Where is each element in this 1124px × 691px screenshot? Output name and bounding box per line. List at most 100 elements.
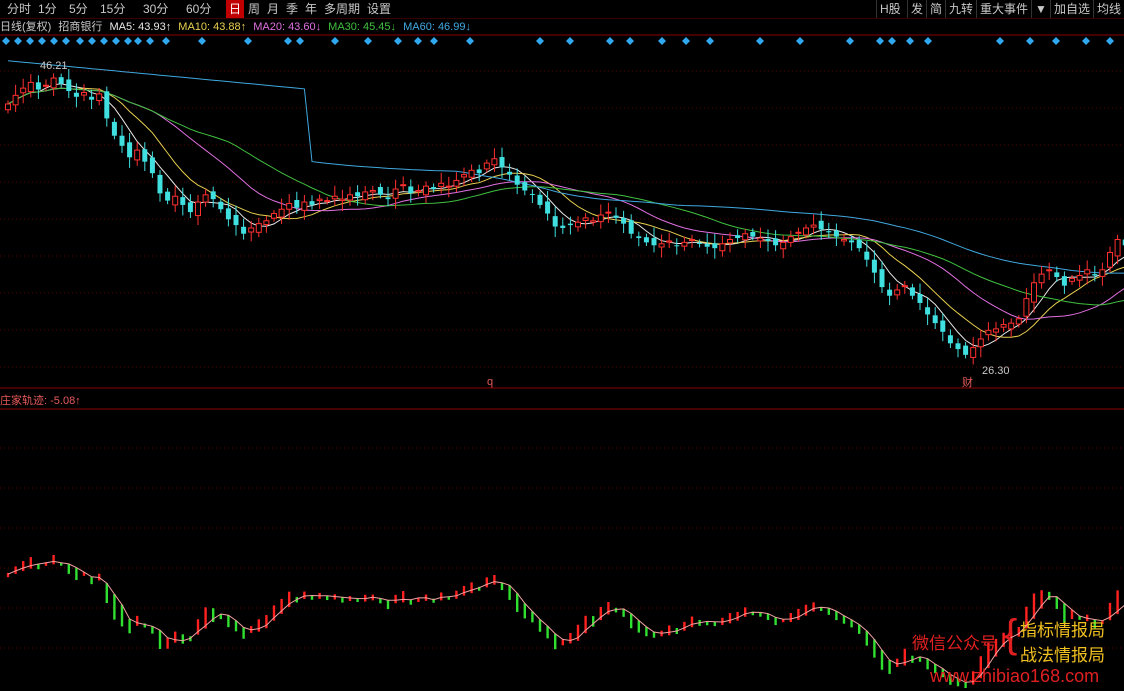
indicator-bar-6	[52, 555, 55, 565]
right-tool-button-7[interactable]: 均线	[1093, 0, 1124, 18]
candle-body-38	[294, 200, 300, 208]
period-button-1[interactable]: 1分	[35, 0, 60, 18]
candle-body-75	[575, 221, 581, 228]
candle-body-80	[613, 215, 619, 218]
candle-body-40	[309, 201, 315, 205]
right-tool-button-1[interactable]: 发	[907, 0, 926, 18]
indicator-bar-106	[812, 602, 815, 612]
period-button-4[interactable]: 30分	[140, 0, 171, 18]
period-label: 日线(复权)	[0, 21, 52, 33]
indicator-bar-64	[493, 574, 496, 585]
candle-body-111	[849, 240, 855, 243]
candle-body-20	[157, 174, 163, 194]
period-button-12[interactable]: 设置	[364, 0, 394, 18]
candle-body-45	[347, 194, 353, 201]
q-marker: q	[487, 376, 493, 388]
candle-body-125	[955, 343, 961, 350]
candle-body-50	[385, 197, 391, 200]
candle-body-33	[255, 223, 262, 233]
candle-body-63	[483, 162, 490, 170]
indicator-bar-2	[22, 561, 25, 572]
right-tool-button-0[interactable]: H股	[876, 0, 904, 18]
candle-body-145	[1107, 251, 1113, 268]
candle-body-34	[263, 220, 270, 226]
candle-body-35	[271, 213, 277, 219]
indicator-bar-16	[128, 618, 131, 634]
candle-body-81	[621, 217, 627, 224]
indicator-bar-20	[158, 630, 162, 649]
candle-body-12	[96, 93, 103, 102]
candle-body-51	[392, 188, 399, 199]
right-tool-button-5[interactable]: ▼	[1031, 0, 1050, 18]
stock-name: 招商银行	[58, 21, 103, 33]
candle-body-49	[377, 187, 383, 195]
signal-diamond-3	[38, 37, 46, 45]
signal-diamond-11	[134, 37, 142, 45]
candle-body-56	[431, 187, 437, 190]
candle-body-1	[12, 94, 19, 106]
signal-diamond-22	[430, 37, 438, 45]
signal-diamond-20	[394, 37, 402, 45]
signal-diamond-30	[706, 37, 714, 45]
candle-body-60	[461, 174, 467, 178]
candle-body-96	[735, 235, 741, 239]
candle-body-113	[864, 251, 870, 260]
candle-body-103	[787, 236, 794, 243]
candle-body-137	[1046, 269, 1053, 272]
candle-body-32	[248, 227, 255, 233]
period-button-6[interactable]: 日	[226, 0, 245, 18]
right-tool-button-4[interactable]: 重大事件	[976, 0, 1031, 18]
period-button-0[interactable]: 分时	[4, 0, 34, 18]
indicator-bar-19	[151, 626, 154, 634]
indicator-bar-11	[90, 576, 93, 585]
indicator-bar-97	[744, 607, 747, 617]
candle-body-90	[689, 239, 695, 242]
signal-diamond-18	[331, 37, 339, 45]
candle-body-109	[833, 230, 839, 237]
candle-body-110	[841, 239, 847, 242]
candle-body-53	[408, 186, 414, 194]
candle-body-6	[50, 77, 57, 89]
period-button-9[interactable]: 季	[283, 0, 301, 18]
candle-body-87	[666, 240, 673, 243]
candle-body-105	[803, 227, 809, 236]
indicator-bar-74	[569, 633, 572, 644]
signal-diamond-42	[1106, 37, 1114, 45]
indicator-bar-42	[326, 595, 329, 601]
candle-body-116	[887, 289, 893, 296]
candle-body-8	[66, 79, 72, 92]
indicator-bar-83	[637, 620, 640, 633]
right-tool-button-2[interactable]: 简	[926, 0, 945, 18]
period-button-3[interactable]: 15分	[97, 0, 128, 18]
indicator-bar-121	[926, 658, 929, 670]
stock-chart[interactable]: 46.21 26.30 q 财	[0, 0, 1124, 691]
period-button-10[interactable]: 年	[302, 0, 320, 18]
candle-body-114	[871, 259, 877, 273]
period-button-5[interactable]: 60分	[183, 0, 214, 18]
right-tool-button-3[interactable]: 九转	[945, 0, 976, 18]
period-button-8[interactable]: 月	[264, 0, 282, 18]
candlestick-series	[5, 68, 1124, 365]
candle-body-72	[552, 216, 558, 227]
signal-diamond-29	[682, 37, 690, 45]
right-tool-button-6[interactable]: 加自选	[1050, 0, 1093, 18]
ma20-value: MA20: 43.60↓	[253, 21, 322, 33]
candle-body-134	[1023, 298, 1030, 317]
indicator-bar-9	[75, 567, 78, 581]
period-button-11[interactable]: 多周期	[321, 0, 363, 18]
indicator-bar-50	[386, 600, 390, 610]
signal-diamond-5	[62, 37, 70, 45]
candle-body-21	[165, 191, 171, 201]
candle-body-123	[940, 320, 946, 332]
candle-body-23	[180, 197, 186, 205]
signal-diamond-28	[658, 37, 666, 45]
period-button-2[interactable]: 5分	[66, 0, 91, 18]
indicator-bar-57	[440, 592, 443, 601]
period-button-7[interactable]: 周	[245, 0, 263, 18]
watermark-bracket: {	[1004, 612, 1018, 656]
signal-diamond-27	[626, 37, 634, 45]
candle-body-104	[795, 231, 802, 234]
candle-body-41	[316, 198, 323, 202]
signal-diamond-16	[284, 37, 292, 45]
candle-body-146	[1114, 239, 1121, 257]
